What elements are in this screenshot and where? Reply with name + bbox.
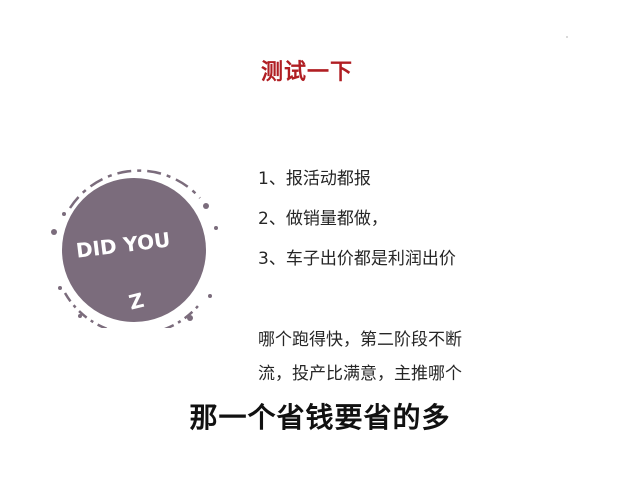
slide-title: 测试一下 (260, 60, 353, 85)
corner-dot (566, 36, 568, 38)
question-paragraph: 哪个跑得快，第二阶段不断 流，投产比满意，主推哪个 (258, 323, 558, 391)
point-list: 1、报活动都报 2、做销量都做， 3、车子出价都是利润出价 (258, 168, 456, 288)
list-item: 2、做销量都做， (258, 209, 388, 229)
slide: 测试一下 DID YOU Z 1、报活动都报 2、做销量都做， 3、车子出价都是… (0, 0, 640, 480)
did-you-badge-icon: DID YOU Z (51, 169, 218, 328)
list-item: 1、报活动都报 (258, 169, 371, 189)
paragraph-line: 哪个跑得快，第二阶段不断 (258, 330, 462, 350)
list-item: 3、车子出价都是利润出价 (258, 249, 456, 269)
footer-text: 那一个省钱要省的多 (189, 401, 451, 434)
paragraph-line: 流，投产比满意，主推哪个 (258, 364, 462, 384)
